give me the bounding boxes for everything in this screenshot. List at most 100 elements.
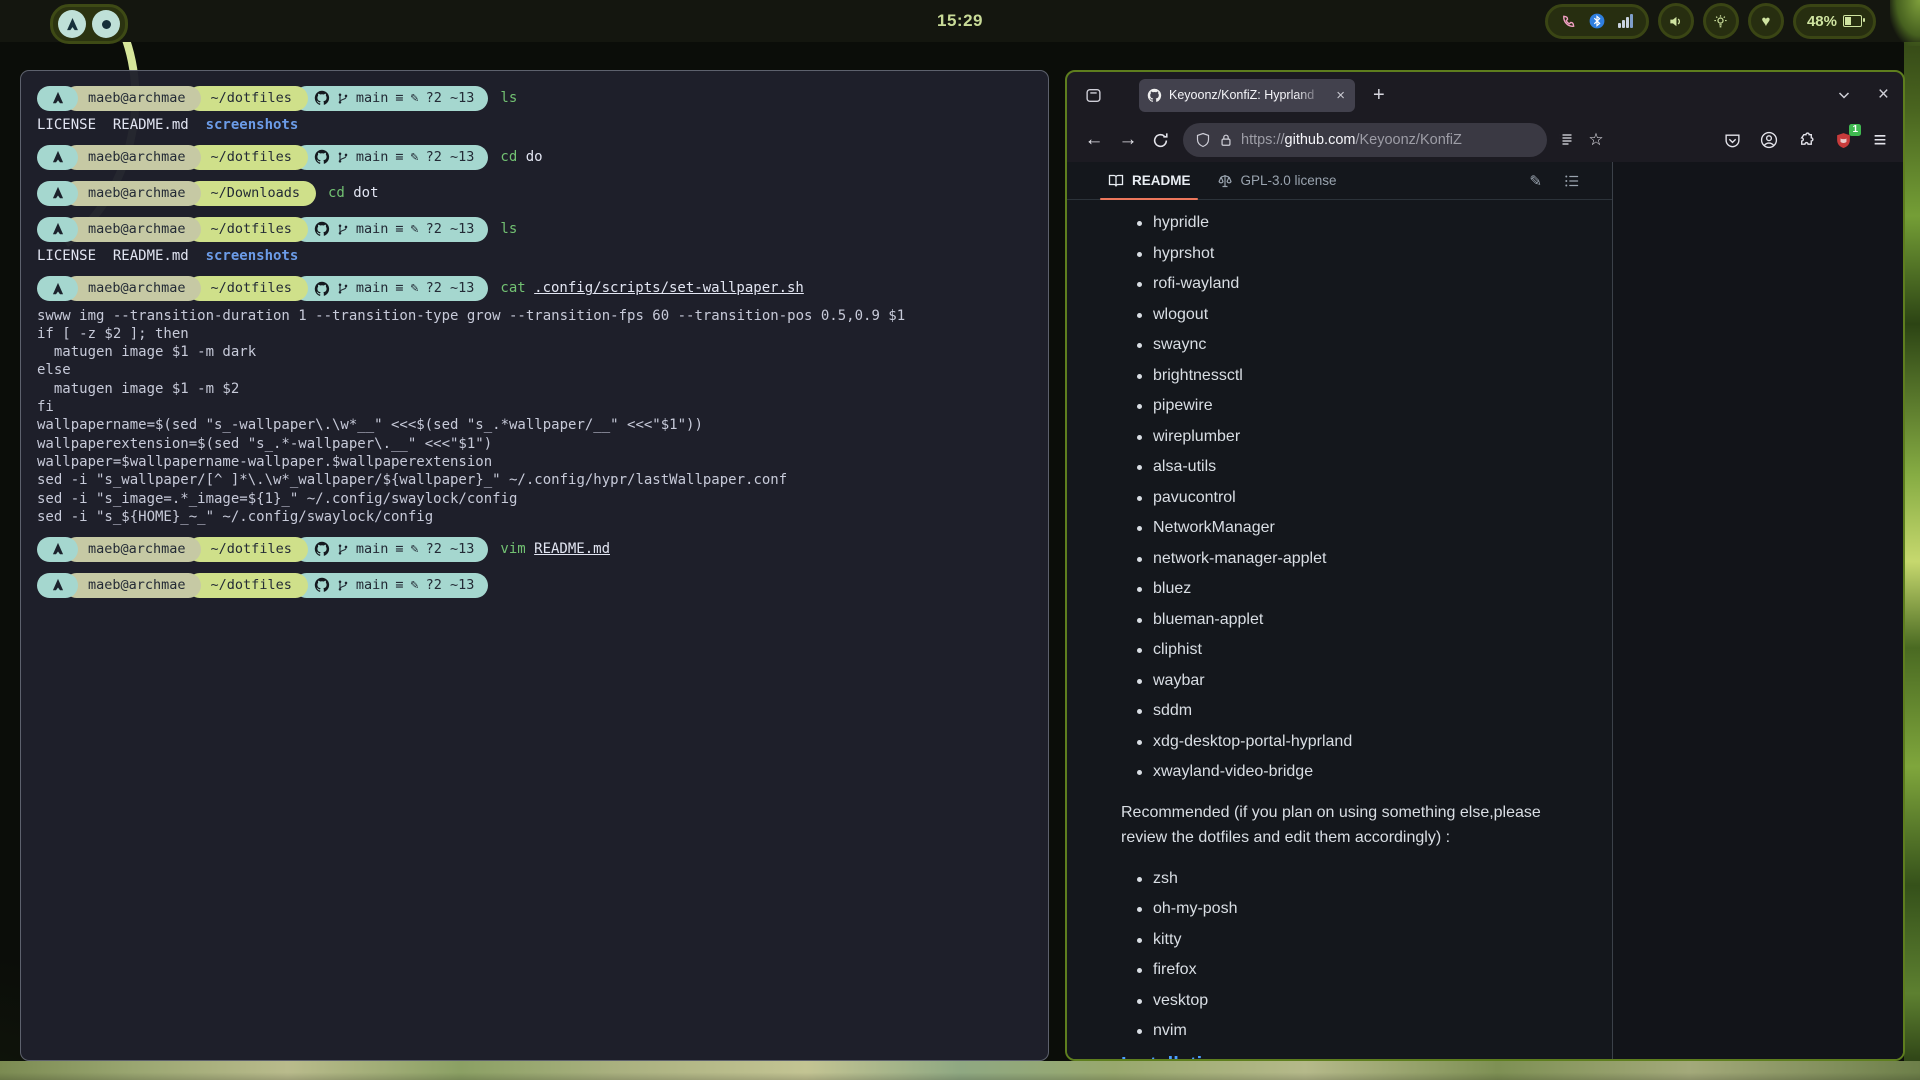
package-item: pipewire [1121,391,1612,422]
package-item: sddm [1121,696,1612,727]
terminal-output-line: swww img --transition-duration 1 --trans… [37,307,1032,325]
terminal-output-line: matugen image $1 -m $2 [37,380,1032,398]
terminal-prompt-line: maeb@archmae~/dotfilesmain≡✎?2 ~13cat .c… [37,276,1032,302]
browser-tab[interactable]: Keyoonz/KonfiZ: Hyprland × [1139,79,1355,112]
package-item: xdg-desktop-portal-hyprland [1121,727,1612,758]
package-item: NetworkManager [1121,513,1612,544]
package-item: blueman-applet [1121,605,1612,636]
terminal-prompt-line: maeb@archmae~/dotfilesmain≡✎?2 ~13ls [37,85,1032,111]
terminal-command: cat .config/scripts/set-wallpaper.sh [500,279,803,297]
tab-license[interactable]: GPL-3.0 license [1217,173,1337,189]
recommended-item: nvim [1121,1016,1612,1047]
workspace-button-dot[interactable] [92,10,120,38]
prompt-git-segment: main≡✎?2 ~13 [294,217,489,242]
list-tabs-chevron-icon[interactable] [1836,87,1852,103]
tab-bar: Keyoonz/KonfiZ: Hyprland × + × [1067,72,1903,118]
page-background-right [1613,162,1903,1059]
page-content: README GPL-3.0 license ✎ [1067,162,1903,1059]
github-favicon [1147,88,1162,103]
battery-module[interactable]: 48% [1793,4,1876,39]
arch-logo-icon [37,86,78,111]
brightness-button[interactable] [1703,3,1739,39]
tab-readme[interactable]: README [1108,173,1191,189]
hamburger-menu-icon[interactable]: ≡ [1865,125,1895,155]
installation-heading-link[interactable]: Installation [1121,1054,1612,1060]
terminal-prompt-line: maeb@archmae~/dotfilesmain≡✎?2 ~13 [37,572,1032,598]
package-item: network-manager-applet [1121,544,1612,575]
git-edit-pencil-icon: ✎ [410,540,418,558]
note-line: review the dotfiles and edit them accord… [1121,825,1612,850]
recommended-item: zsh [1121,864,1612,895]
git-edit-pencil-icon: ✎ [410,148,418,166]
reader-mode-icon[interactable] [1551,125,1581,155]
window-close-icon[interactable]: × [1878,84,1889,106]
account-icon[interactable] [1754,125,1784,155]
wallpaper-ground [0,1061,1920,1080]
wallpaper-corner-leaf [1890,0,1920,46]
prompt-directory-segment: ~/dotfiles [187,537,308,562]
new-tab-button[interactable]: + [1373,84,1385,107]
signal-strength-icon [1618,14,1633,28]
prompt-git-segment: main≡✎?2 ~13 [294,573,489,598]
forward-button[interactable]: → [1111,129,1145,151]
terminal-command: ls [500,220,517,238]
tray-pill[interactable] [1545,4,1649,39]
terminal-output-line: wallpaper=$wallpapername-wallpaper.$wall… [37,453,1032,471]
heart-icon: ♥ [1762,14,1771,29]
back-button[interactable]: ← [1077,129,1111,151]
arch-logo-icon [37,217,78,242]
system-tray: ♥ 48% [1545,3,1876,39]
reload-button[interactable] [1145,125,1175,155]
terminal-output-line: sed -i "s_wallpaper/[^ ]*\.\w*_wallpaper… [37,471,1032,489]
battery-percent: 48% [1807,13,1837,30]
prompt-user-segment: maeb@archmae [64,145,201,170]
ublock-badge: 1 [1849,124,1861,136]
prompt-git-segment: main≡✎?2 ~13 [294,86,489,111]
terminal-command: vim README.md [500,540,610,558]
prompt-directory-segment: ~/dotfiles [187,573,308,598]
volume-button[interactable] [1658,3,1694,39]
package-list: hypridlehyprshotrofi-waylandwlogoutswayn… [1067,208,1612,788]
github-octocat-icon [314,149,330,165]
firefox-view-button[interactable] [1079,81,1107,109]
package-item: xwayland-video-bridge [1121,757,1612,788]
ublock-icon[interactable]: 1 [1828,125,1858,155]
package-item: alsa-utils [1121,452,1612,483]
wallpaper-foliage-right [1904,0,1920,1080]
readme-label: README [1132,173,1191,188]
outline-list-icon[interactable] [1564,173,1580,189]
speaker-icon [1668,14,1683,29]
prompt-user-segment: maeb@archmae [64,573,201,598]
recommended-item: oh-my-posh [1121,894,1612,925]
workspace-button-arch[interactable] [58,10,86,38]
prompt-user-segment: maeb@archmae [64,181,201,206]
prompt-directory-segment: ~/Downloads [187,181,316,206]
bookmark-star-icon[interactable]: ☆ [1581,125,1611,155]
pocket-icon[interactable] [1717,125,1747,155]
prompt-directory-segment: ~/dotfiles [187,276,308,301]
recommended-list: zshoh-my-poshkittyfirefoxvesktopnvim [1067,864,1612,1047]
terminal-output-line: sed -i "s_image=.*_image=${1}_" ~/.confi… [37,490,1032,508]
package-item: wireplumber [1121,422,1612,453]
prompt-directory-segment: ~/dotfiles [187,217,308,242]
license-label: GPL-3.0 license [1241,173,1337,188]
terminal-prompt-line: maeb@archmae~/dotfilesmain≡✎?2 ~13ls [37,216,1032,242]
phone-icon [1561,14,1576,29]
git-branch-icon [337,543,349,556]
extensions-puzzle-icon[interactable] [1791,125,1821,155]
package-item: cliphist [1121,635,1612,666]
package-item: hyprshot [1121,239,1612,270]
package-item: pavucontrol [1121,483,1612,514]
favorites-button[interactable]: ♥ [1748,3,1784,39]
prompt-directory-segment: ~/dotfiles [187,145,308,170]
terminal-window[interactable]: maeb@archmae~/dotfilesmain≡✎?2 ~13lsLICE… [20,70,1049,1061]
tab-close-icon[interactable]: × [1334,87,1347,104]
arch-logo-icon [37,181,78,206]
prompt-git-segment: main≡✎?2 ~13 [294,145,489,170]
workspaces-pill [50,4,128,44]
note-line: Recommended (if you plan on using someth… [1121,800,1612,825]
edit-readme-pencil-icon[interactable]: ✎ [1529,172,1542,190]
desktop: 15:29 [0,0,1920,1080]
url-bar[interactable]: https://github.com/Keyoonz/KonfiZ [1183,123,1547,157]
recommended-item: firefox [1121,955,1612,986]
